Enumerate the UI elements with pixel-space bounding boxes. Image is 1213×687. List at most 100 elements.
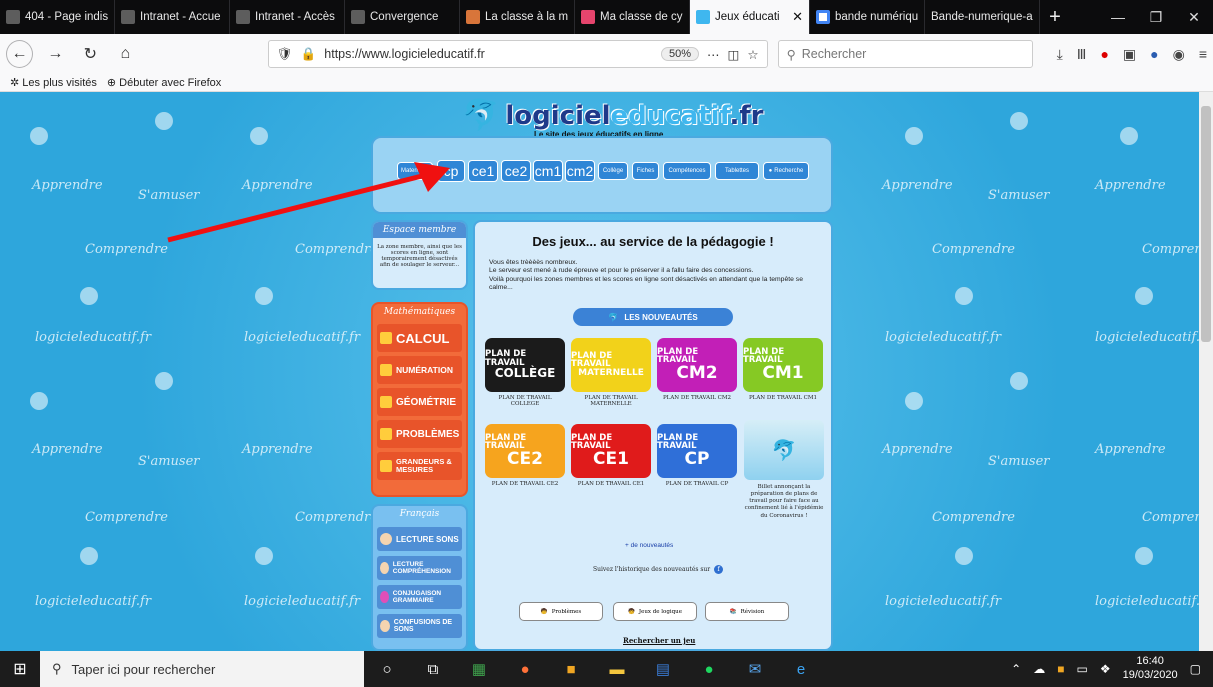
windows-start-icon[interactable]: ⊞	[0, 651, 40, 687]
download-icon[interactable]: ⤓	[1057, 46, 1063, 63]
browser-tab-active[interactable]: Jeux éducati ✕	[690, 0, 810, 34]
search-game-link[interactable]: Rechercher un jeu	[623, 636, 695, 645]
task-view-icon[interactable]: ⧉	[410, 651, 456, 687]
browser-tab[interactable]: Intranet - Accue	[115, 0, 230, 34]
more-news-link[interactable]: + de nouveautés	[625, 542, 673, 549]
francais-item-lecture-comprehension[interactable]: LECTURE COMPRÉHENSION	[377, 556, 462, 580]
card-plan-college[interactable]: PLAN DE TRAVAIL COLLÈGE PLAN DE TRAVAIL C…	[485, 338, 565, 407]
menu-competences[interactable]: Compétences	[663, 162, 711, 180]
dropbox-icon[interactable]: ❖	[1100, 662, 1111, 676]
tab-favicon-icon	[581, 10, 595, 24]
maths-item-numeration[interactable]: NUMÉRATION	[377, 356, 462, 384]
maths-item-problemes[interactable]: PROBLÈMES	[377, 420, 462, 448]
problemes-button[interactable]: 🧒 Problèmes	[519, 602, 603, 621]
card-plan-ce2[interactable]: PLAN DE TRAVAIL CE2 PLAN DE TRAVAIL CE2	[485, 424, 565, 487]
menu-fiches[interactable]: Fiches	[632, 162, 659, 180]
browser-tab[interactable]: La classe à la ma	[460, 0, 575, 34]
account-icon[interactable]: ◉	[1173, 46, 1185, 63]
search-icon: ⚲	[786, 47, 796, 62]
tray-app-icon[interactable]: ■	[1057, 662, 1064, 676]
edge-icon[interactable]: e	[778, 651, 824, 687]
card-plan-cm2[interactable]: PLAN DE TRAVAIL CM2 PLAN DE TRAVAIL CM2	[657, 338, 737, 401]
page-actions-icon[interactable]: ⋯	[707, 47, 720, 62]
background-word: Comprendre	[1142, 510, 1199, 525]
menu-tablettes[interactable]: Tablettes	[715, 162, 759, 180]
forward-button[interactable]: →	[43, 41, 68, 67]
card-caption: PLAN DE TRAVAIL CM1	[748, 395, 818, 401]
maths-item-grandeurs[interactable]: GRANDEURS & MESURES	[377, 452, 462, 480]
extension-icon[interactable]: ●	[1150, 46, 1158, 63]
card-plan-cp[interactable]: PLAN DE TRAVAIL CP PLAN DE TRAVAIL CP	[657, 424, 737, 487]
app-icon[interactable]: ■	[548, 651, 594, 687]
francais-item-lecture-sons[interactable]: LECTURE SONS	[377, 527, 462, 551]
browser-tab[interactable]: 404 - Page indis	[0, 0, 115, 34]
file-explorer-icon[interactable]: ▬	[594, 651, 640, 687]
close-tab-icon[interactable]: ✕	[792, 9, 803, 25]
browser-tab[interactable]: Convergence	[345, 0, 460, 34]
menu-icon[interactable]: ≡	[1199, 46, 1207, 63]
revision-button[interactable]: 📚 Révision	[705, 602, 789, 621]
menu-college[interactable]: Collège	[598, 162, 628, 180]
menu-ce2[interactable]: ce2	[501, 160, 531, 182]
pocket-icon[interactable]: ◫	[728, 47, 740, 62]
back-button[interactable]: ←	[6, 40, 33, 68]
browser-tab[interactable]: Ma classe de cyc	[575, 0, 690, 34]
card-caption: PLAN DE TRAVAIL MATERNELLE	[584, 395, 638, 407]
browser-tab[interactable]: bande numériqu	[810, 0, 925, 34]
maths-item-calcul[interactable]: CALCUL	[377, 324, 462, 352]
restore-icon[interactable]: ❐	[1137, 0, 1175, 34]
card-plan-maternelle[interactable]: PLAN DE TRAVAIL MATERNELLE PLAN DE TRAVAI…	[571, 338, 651, 407]
minimize-icon[interactable]: —	[1099, 0, 1137, 34]
onedrive-icon[interactable]: ☁	[1033, 662, 1045, 676]
logo-part: logiciel	[505, 100, 611, 131]
background-word: Comprendre	[85, 510, 168, 525]
menu-recherche[interactable]: ● Recherche	[763, 162, 809, 180]
page-scrollbar[interactable]	[1199, 92, 1213, 651]
spotify-icon[interactable]: ●	[686, 651, 732, 687]
menu-cm1[interactable]: cm1	[533, 160, 563, 182]
card-plan-ce1[interactable]: PLAN DE TRAVAIL CE1 PLAN DE TRAVAIL CE1	[571, 424, 651, 487]
scrollbar-thumb[interactable]	[1201, 106, 1211, 342]
close-window-icon[interactable]: ✕	[1175, 0, 1213, 34]
home-button[interactable]: ⌂	[113, 41, 138, 67]
new-tab-button[interactable]: +	[1040, 0, 1070, 34]
card-plan-cm1[interactable]: PLAN DE TRAVAIL CM1 PLAN DE TRAVAIL CM1	[743, 338, 823, 401]
facebook-icon[interactable]: f	[714, 565, 724, 574]
francais-item-conjugaison[interactable]: CONJUGAISON GRAMMAIRE	[377, 585, 462, 609]
excel-icon[interactable]: ▦	[456, 651, 502, 687]
bookmark-getting-started[interactable]: ⊕ Débuter avec Firefox	[107, 76, 221, 89]
francais-item-confusions[interactable]: CONFUSIONS DE SONS	[377, 614, 462, 638]
zoom-indicator[interactable]: 50%	[661, 47, 700, 61]
card-caption: PLAN DE TRAVAIL CE1	[577, 481, 645, 487]
menu-cm2[interactable]: cm2	[565, 160, 595, 182]
billet-card[interactable]: 🐬 Billet annonçant la préparation de pla…	[744, 420, 824, 520]
clock[interactable]: 16:40 19/03/2020	[1123, 655, 1178, 683]
tab-label: Jeux éducati	[715, 11, 780, 23]
cortana-icon[interactable]: ○	[364, 651, 410, 687]
pinterest-icon[interactable]: ●	[1100, 46, 1108, 63]
browser-tab[interactable]: Intranet - Accès	[230, 0, 345, 34]
battery-icon[interactable]: ▭	[1076, 662, 1087, 676]
menu-ce1[interactable]: ce1	[468, 160, 498, 182]
lock-icon[interactable]: 🔒	[301, 47, 317, 62]
word-icon[interactable]: ▤	[640, 651, 686, 687]
sidebar-icon[interactable]: ▣	[1123, 46, 1136, 63]
mail-icon[interactable]: ✉	[732, 651, 778, 687]
url-bar[interactable]: 🛡 🔒 https://www.logicieleducatif.fr 50% …	[267, 40, 768, 68]
chevron-up-icon[interactable]: ⌃	[1011, 662, 1021, 676]
logic-games-button[interactable]: 🧒 Jeux de logique	[613, 602, 697, 621]
background-word: S'amuser	[138, 454, 200, 469]
library-icon[interactable]: Ⅲ	[1077, 46, 1087, 63]
reload-button[interactable]: ↻	[78, 41, 103, 67]
search-input[interactable]: ⚲ Rechercher	[777, 40, 1033, 68]
clock-time: 16:40	[1136, 655, 1164, 668]
shield-icon[interactable]: 🛡	[277, 47, 293, 62]
bookmark-star-icon[interactable]: ☆	[747, 47, 758, 62]
firefox-icon[interactable]: ●	[502, 651, 548, 687]
bookmark-most-visited[interactable]: ✲ Les plus visités	[10, 76, 97, 89]
notifications-icon[interactable]: ▢	[1190, 662, 1201, 676]
site-logo[interactable]: 🐬 logicieleducatif.fr Le site des jeux é…	[462, 98, 764, 139]
browser-tab[interactable]: Bande-numerique-a	[925, 0, 1040, 34]
taskbar-search[interactable]: ⚲ Taper ici pour rechercher	[40, 651, 364, 687]
maths-item-geometrie[interactable]: GÉOMÉTRIE	[377, 388, 462, 416]
